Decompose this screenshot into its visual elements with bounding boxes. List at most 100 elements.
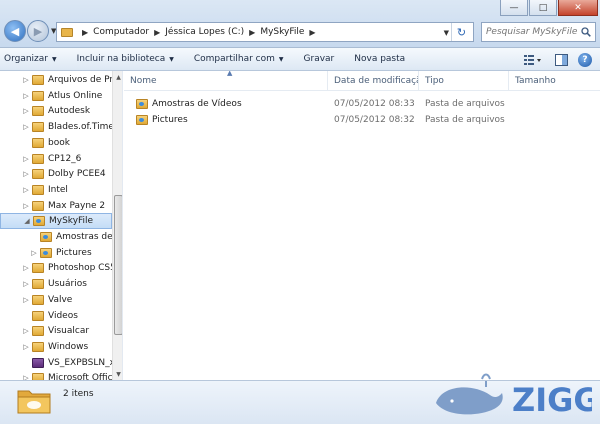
chevron-right-icon[interactable]: ▷: [22, 155, 30, 163]
tree-item-label: Atlus Online: [48, 90, 103, 101]
tree-item[interactable]: ▷ Photoshop CS5: [0, 260, 112, 276]
tree-item-label: Autodesk: [48, 106, 91, 117]
column-type[interactable]: Tipo: [419, 71, 509, 91]
tree-item-label: Visualcar: [48, 326, 90, 337]
file-list[interactable]: Nome ▲ Data de modificaçã... Tipo Tamanh…: [124, 71, 600, 380]
tree-item-label: Arquivos de Pr: [48, 75, 112, 85]
skyfile-folder-icon: [17, 390, 51, 414]
maximize-button[interactable]: □: [529, 0, 557, 16]
tree-item[interactable]: ▷ Arquivos de Pr: [0, 72, 112, 88]
chevron-down-icon[interactable]: ◢: [23, 217, 31, 225]
column-size[interactable]: Tamanho: [509, 71, 600, 91]
minimize-button[interactable]: —: [500, 0, 528, 16]
nav-scrollbar[interactable]: ▲ ▼: [112, 71, 122, 380]
tree-item[interactable]: ▷ Atlus Online: [0, 88, 112, 104]
tree-item[interactable]: ▷ Max Payne 2: [0, 198, 112, 214]
tree-item[interactable]: ▷ Blades.of.Time: [0, 119, 112, 135]
chevron-right-icon[interactable]: ▷: [22, 280, 30, 288]
tree-item[interactable]: ▷ Valve: [0, 292, 112, 308]
tree-item[interactable]: ▷ Windows: [0, 339, 112, 355]
chevron-right-icon[interactable]: ▶: [82, 28, 88, 37]
tree-item[interactable]: ▷ Autodesk: [0, 103, 112, 119]
view-options-icon: [524, 54, 541, 65]
file-row[interactable]: Pictures 07/05/2012 08:32 Pasta de arqui…: [136, 112, 596, 128]
forward-button[interactable]: ▶: [27, 20, 49, 42]
tree-item[interactable]: ▷ Visualcar: [0, 323, 112, 339]
address-dropdown-icon[interactable]: ▼: [444, 29, 449, 37]
breadcrumb-computador[interactable]: Computador: [93, 27, 149, 37]
breadcrumb-myskyfile[interactable]: MySkyFile: [260, 27, 304, 37]
item-count: 2 itens: [63, 389, 94, 399]
chevron-right-icon[interactable]: ▷: [22, 327, 30, 335]
breadcrumb-drive-c[interactable]: Jéssica Lopes (C:): [165, 27, 244, 37]
tree-item[interactable]: ▷ Usuários: [0, 276, 112, 292]
refresh-icon[interactable]: ↻: [451, 23, 471, 41]
search-icon[interactable]: [581, 27, 591, 37]
chevron-right-icon[interactable]: ▶: [309, 28, 315, 37]
tree-item[interactable]: ▷ CP12_6: [0, 151, 112, 167]
chevron-right-icon[interactable]: ▷: [22, 107, 30, 115]
chevron-right-icon[interactable]: ▷: [22, 264, 30, 272]
folder-icon: [61, 27, 73, 37]
folder-icon: [32, 294, 44, 305]
search-box[interactable]: [481, 22, 596, 42]
navigation-pane[interactable]: ▷ Arquivos de Pr ▷ Atlus Online ▷ Autodesk ▷ Bl…: [0, 71, 123, 380]
chevron-right-icon[interactable]: ▷: [30, 249, 38, 257]
chevron-right-icon[interactable]: ▷: [22, 123, 30, 131]
preview-pane-button[interactable]: [550, 52, 572, 68]
scroll-down-icon[interactable]: ▼: [113, 368, 122, 380]
chevron-right-icon[interactable]: ▷: [22, 76, 30, 84]
tree-item-label: book: [48, 137, 70, 148]
folder-icon: [32, 169, 44, 180]
burn-label: Gravar: [303, 54, 335, 64]
close-button[interactable]: ✕: [558, 0, 598, 16]
chevron-right-icon[interactable]: ▷: [22, 170, 30, 178]
share-button[interactable]: Compartilhar com ▼: [184, 48, 294, 71]
include-library-button[interactable]: Incluir na biblioteca ▼: [67, 48, 184, 71]
installer-icon: [32, 357, 44, 368]
chevron-right-icon[interactable]: ▷: [22, 296, 30, 304]
file-type: Pasta de arquivos: [425, 99, 505, 109]
burn-button[interactable]: Gravar: [294, 48, 345, 71]
scroll-up-icon[interactable]: ▲: [113, 71, 122, 83]
file-date: 07/05/2012 08:33: [334, 99, 415, 109]
tree-item[interactable]: Videos: [0, 308, 112, 324]
folder-icon: [32, 122, 44, 133]
scrollbar-thumb[interactable]: [114, 195, 122, 335]
tree-item[interactable]: ▷ Pictures: [0, 245, 112, 261]
tree-item[interactable]: book: [0, 135, 112, 151]
tree-item-label: Blades.of.Time: [48, 122, 112, 133]
tree-item[interactable]: ▷ Intel: [0, 182, 112, 198]
tree-item[interactable]: VS_EXPBSLN_x6: [0, 355, 112, 371]
chevron-right-icon[interactable]: ▷: [22, 343, 30, 351]
back-button[interactable]: ◀: [4, 20, 26, 42]
search-input[interactable]: [486, 27, 578, 37]
tree-item-label: CP12_6: [48, 153, 82, 164]
tree-item[interactable]: ◢ MySkyFile: [0, 213, 112, 230]
column-name[interactable]: Nome ▲: [124, 71, 328, 91]
tree-item[interactable]: ▷ Microsoft Office: [0, 370, 112, 380]
tree-item[interactable]: Amostras de: [0, 229, 112, 245]
chevron-right-icon[interactable]: ▷: [22, 92, 30, 100]
chevron-right-icon[interactable]: ▶: [154, 28, 160, 37]
caption-buttons: — □ ✕: [500, 0, 598, 16]
change-view-button[interactable]: [522, 52, 544, 68]
column-date[interactable]: Data de modificaçã...: [328, 71, 419, 91]
tree-item[interactable]: ▷ Dolby PCEE4: [0, 166, 112, 182]
organize-button[interactable]: Organizar ▼: [0, 48, 67, 71]
chevron-right-icon[interactable]: ▷: [22, 202, 30, 210]
zigg-whale-logo: ZIGG: [436, 373, 592, 419]
chevron-right-icon[interactable]: ▶: [249, 28, 255, 37]
new-folder-button[interactable]: Nova pasta: [344, 48, 415, 71]
folder-icon: [32, 137, 44, 148]
skyfile-folder-icon: [40, 247, 52, 258]
tree-item-label: Pictures: [56, 247, 92, 258]
tree-item-label: MySkyFile: [49, 216, 94, 227]
navigation-buttons: ◀ ▶ ▼: [4, 20, 56, 42]
help-button[interactable]: ?: [578, 52, 592, 67]
tree-item-label: Videos: [48, 310, 78, 321]
file-row[interactable]: Amostras de Vídeos 07/05/2012 08:33 Past…: [136, 96, 596, 112]
address-bar[interactable]: ▶ Computador ▶ Jéssica Lopes (C:) ▶ MySk…: [56, 22, 474, 42]
chevron-right-icon[interactable]: ▷: [22, 186, 30, 194]
tree-item-label: Max Payne 2: [48, 200, 106, 211]
